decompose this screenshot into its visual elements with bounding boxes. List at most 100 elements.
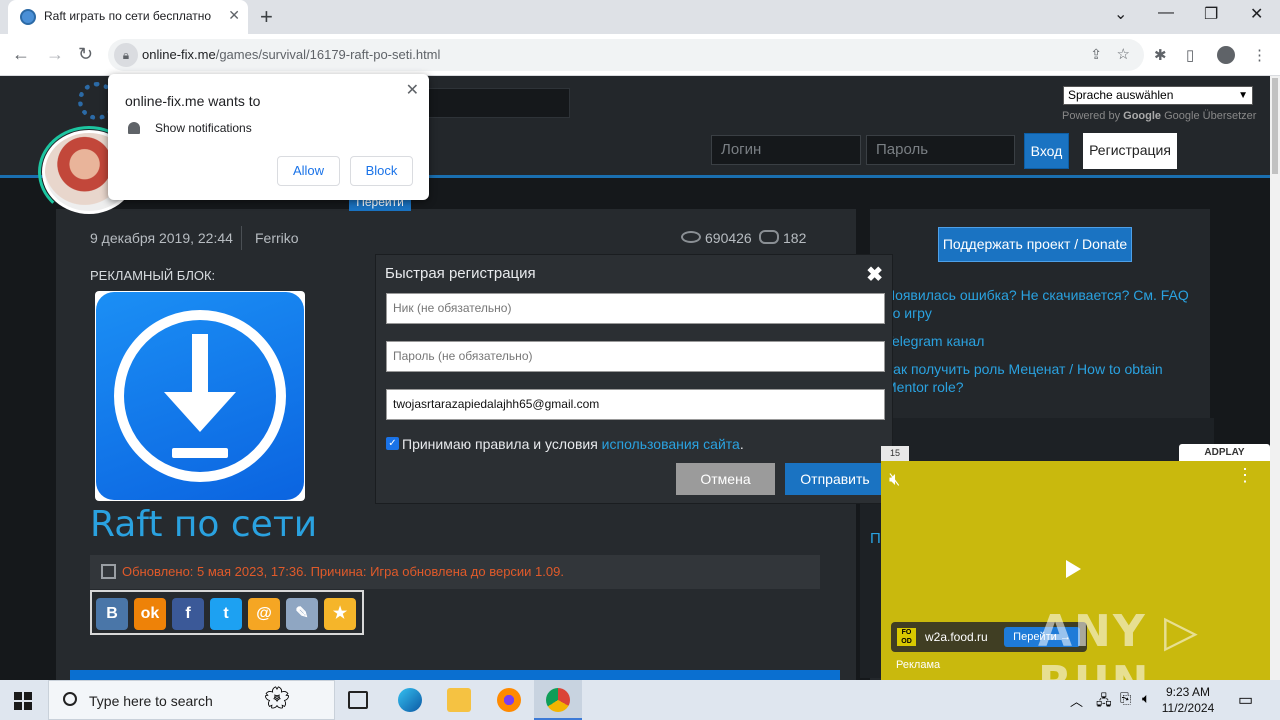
blue-divider: [70, 670, 840, 680]
close-window-icon[interactable]: ✕: [1250, 4, 1263, 24]
post-author[interactable]: Ferriko: [255, 230, 299, 246]
language-select[interactable]: Sprache auswählen ▼: [1063, 86, 1253, 105]
reload-icon[interactable]: ↻: [78, 44, 93, 65]
share-mail-button[interactable]: @: [248, 598, 280, 630]
close-tab-icon[interactable]: ✕: [228, 7, 240, 24]
more-options-icon[interactable]: ⋮: [1236, 466, 1254, 484]
food-logo-icon: FO OD: [897, 628, 916, 646]
site-search-input[interactable]: [420, 88, 570, 118]
comment-count[interactable]: 182: [783, 230, 806, 246]
extensions-icon[interactable]: ✱: [1154, 46, 1167, 64]
ad-label: Реклама: [896, 659, 941, 671]
maximize-icon[interactable]: ❐: [1204, 4, 1218, 24]
chrome-taskbar-button[interactable]: [534, 680, 582, 720]
edge-icon[interactable]: [398, 688, 422, 712]
password-field[interactable]: Пароль (не обязательно): [386, 341, 885, 372]
windows-start-icon[interactable]: [14, 692, 32, 710]
close-modal-icon[interactable]: ✖: [866, 262, 883, 287]
tab-search-icon[interactable]: ⌄: [1114, 4, 1127, 24]
popup-text: Show notifications: [155, 121, 252, 135]
powered-by-text: Powered by Google Google Übersetzer: [1062, 110, 1257, 122]
share-ok-button[interactable]: ok: [134, 598, 166, 630]
bell-icon: [128, 122, 140, 134]
browser-tab[interactable]: Raft играть по сети бесплатно ✕: [8, 0, 248, 34]
notifications-icon[interactable]: ▭: [1238, 690, 1253, 710]
faq-link[interactable]: Появилась ошибка? Не скачивается? См. FA…: [885, 286, 1205, 322]
side-panel-icon[interactable]: ▯: [1186, 46, 1194, 64]
chevron-down-icon: ▼: [1238, 90, 1248, 101]
ad-block-label: РЕКЛАМНЫЙ БЛОК:: [90, 268, 216, 283]
adplay-badge: ADPLAY: [1179, 444, 1270, 461]
taskbar-search-placeholder: Type here to search: [89, 693, 213, 709]
register-button[interactable]: Регистрация: [1083, 133, 1177, 169]
comment-icon: [759, 230, 779, 244]
login-input[interactable]: Логин: [711, 135, 861, 165]
muted-speaker-icon[interactable]: 🔇︎: [889, 469, 900, 490]
volume-icon[interactable]: 🔈︎: [1142, 690, 1150, 707]
windows-taskbar: Type here to search 🌸︎ ︿ 🖧︎ ⎘ 🔈︎ 9:23 AM…: [0, 680, 1280, 720]
block-button[interactable]: Block: [350, 156, 413, 186]
back-icon[interactable]: ←: [12, 44, 30, 65]
url-text: online-fix.me/games/survival/16179-raft-…: [142, 47, 441, 62]
task-view-icon[interactable]: [348, 691, 368, 709]
meta-divider: [241, 226, 242, 250]
submit-button[interactable]: Отправить: [785, 463, 885, 495]
sidebar-section-title: П: [870, 530, 881, 547]
edit-icon: [101, 564, 116, 579]
terms-checkbox[interactable]: ✓: [386, 437, 399, 450]
file-explorer-icon[interactable]: [447, 688, 471, 712]
update-notice: Обновлено: 5 мая 2023, 17:36. Причина: И…: [90, 555, 820, 589]
share-twitter-button[interactable]: t: [210, 598, 242, 630]
address-bar[interactable]: 🔒︎ online-fix.me/games/survival/16179-ra…: [108, 39, 1144, 71]
allow-button[interactable]: Allow: [277, 156, 340, 186]
ethernet-icon[interactable]: ⎘: [1120, 690, 1131, 707]
quick-registration-modal: Быстрая регистрация ✖ Ник (не обязательн…: [375, 254, 893, 504]
network-icon[interactable]: 🖧︎: [1096, 690, 1112, 714]
chrome-icon: [546, 688, 570, 712]
donate-button[interactable]: Поддержать проект / Donate: [938, 227, 1132, 262]
play-icon[interactable]: [1066, 560, 1081, 578]
search-highlight-icon: 🌸︎: [263, 685, 291, 710]
system-clock[interactable]: 9:23 AM 11/2/2024: [1158, 684, 1218, 716]
share-favorites-button[interactable]: ★: [324, 598, 356, 630]
download-ad-banner[interactable]: [95, 291, 305, 501]
new-tab-icon[interactable]: +: [260, 4, 273, 30]
share-icon[interactable]: ⇪: [1090, 46, 1102, 63]
download-icon: [96, 292, 304, 500]
game-title: Raft по сети: [90, 504, 318, 545]
update-text: Обновлено: 5 мая 2023, 17:36. Причина: И…: [122, 564, 564, 579]
mentor-link[interactable]: Как получить роль Меценат / How to obtai…: [885, 360, 1205, 396]
firefox-icon[interactable]: [497, 688, 521, 712]
show-hidden-icons-icon[interactable]: ︿: [1070, 691, 1083, 710]
email-field[interactable]: twojasrtarazapiedalajhh65@gmail.com: [386, 389, 885, 420]
nick-field[interactable]: Ник (не обязательно): [386, 293, 885, 324]
ad-counter: 15: [881, 446, 909, 461]
taskbar-search[interactable]: Type here to search 🌸︎: [48, 680, 335, 720]
menu-kebab-icon[interactable]: ⋮: [1252, 46, 1267, 64]
share-vk-button[interactable]: B: [96, 598, 128, 630]
login-button[interactable]: Вход: [1024, 133, 1069, 169]
site-favicon-icon: [20, 9, 36, 25]
telegram-link[interactable]: Telegram канал: [885, 332, 984, 350]
share-buttons: B ok f t @ ✎ ★: [90, 590, 364, 635]
forward-icon[interactable]: →: [46, 44, 64, 65]
cancel-button[interactable]: Отмена: [676, 463, 775, 495]
close-popup-icon[interactable]: ✕: [406, 80, 419, 100]
popup-title: online-fix.me wants to: [125, 93, 261, 109]
ad-domain: w2a.food.ru: [925, 630, 988, 644]
profile-avatar[interactable]: [1217, 46, 1235, 64]
minimize-icon[interactable]: —: [1158, 4, 1174, 22]
notification-permission-popup: online-fix.me wants to ✕ Show notificati…: [108, 74, 429, 200]
post-date: 9 декабря 2019, 22:44: [90, 230, 233, 246]
view-count: 690426: [705, 230, 752, 246]
scrollbar-thumb[interactable]: [1272, 78, 1278, 174]
share-livejournal-button[interactable]: ✎: [286, 598, 318, 630]
share-facebook-button[interactable]: f: [172, 598, 204, 630]
page-scrollbar[interactable]: [1270, 76, 1280, 680]
lock-icon[interactable]: 🔒︎: [114, 43, 138, 67]
terms-link[interactable]: использования сайта: [602, 436, 740, 452]
password-input[interactable]: Пароль: [866, 135, 1015, 165]
bookmark-star-icon[interactable]: ☆: [1117, 45, 1130, 63]
search-icon: [63, 692, 77, 706]
eye-icon: [681, 231, 701, 243]
